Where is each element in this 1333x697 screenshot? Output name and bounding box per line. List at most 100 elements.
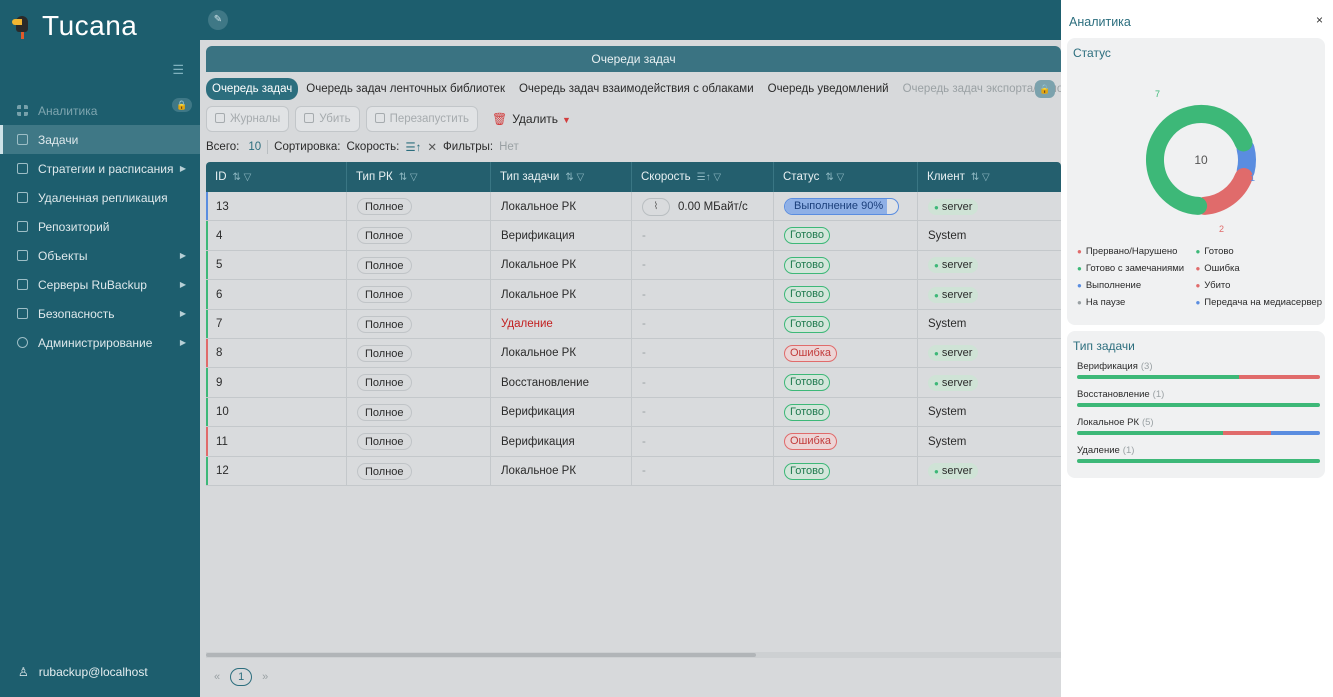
table-row[interactable]: 4 Полное Верификация - Готово System [206,221,1061,251]
sidebar-item-administration[interactable]: Администрирование ▶ [0,328,200,357]
legend-item[interactable]: ● Ошибка [1195,263,1322,274]
chevron-right-icon: ▶ [179,309,186,318]
task-type-count: (3) [1140,361,1153,372]
table-row[interactable]: 9 Полное Восстановление - Готово ● server [206,368,1061,398]
sidebar-item-replication[interactable]: Удаленная репликация [0,183,200,212]
toucan-logo-icon [12,13,34,39]
sort-icon[interactable]: ⇅ ▽ [399,172,418,183]
table-row[interactable]: 13 Полное Локальное РК ⌇ 0.00 МБайт/с Выполне… [206,192,1061,222]
column-header-speed[interactable]: Скорость ☰↑ ▽ [632,162,774,192]
rk-type-badge: Полное [357,374,412,392]
speed-value: - [642,318,646,331]
page-button-current[interactable]: 1 [230,668,253,686]
task-type-card-title: Тип задачи [1073,339,1135,353]
task-type-bar [1077,459,1320,463]
sort-label: Сортировка: [274,141,341,153]
client-badge: ● server [928,345,979,362]
donut-segment[interactable] [1195,167,1253,215]
cell-rk-type: Полное [347,280,491,310]
column-header-id[interactable]: ID ⇅ ▽ [206,162,347,192]
id-value: 7 [216,318,223,331]
cell-task-type: Локальное РК [491,456,632,486]
cell-status: Выполнение 90% [774,192,918,221]
rk-type-badge: Полное [357,256,412,274]
logo[interactable]: Tucana [12,10,137,42]
scrollbar-thumb[interactable] [206,653,756,657]
rk-type-badge: Полное [357,315,412,333]
legend-item[interactable]: ● Готово [1195,246,1322,257]
speed-graph-icon[interactable]: ⌇ [642,197,670,216]
sidebar-item-repository[interactable]: Репозиторий [0,212,200,241]
tab-tape-queue[interactable]: Очередь задач ленточных библиотек [300,78,511,100]
delete-button[interactable]: 🗑 Удалить ▼ [484,112,571,126]
rk-type-badge: Полное [357,344,412,362]
column-header-rk-type[interactable]: Тип РК ⇅ ▽ [347,162,491,192]
legend-item[interactable]: ● На паузе [1077,297,1195,308]
cell-id: 4 [206,221,347,251]
user-menu[interactable]: ♙ rubackup@localhost [18,665,148,679]
wrench-icon[interactable]: ✎ [208,10,228,30]
cell-speed: - [632,280,774,310]
sidebar-item-strategies[interactable]: Стратегии и расписания ▶ [0,154,200,183]
donut-segment[interactable] [1236,139,1256,180]
table-row[interactable]: 7 Полное Удаление - Готово System [206,309,1061,339]
next-page-button[interactable]: » [262,671,268,683]
task-type-bar-segment [1077,403,1320,407]
sidebar-item-objects[interactable]: Объекты ▶ [0,241,200,270]
collapse-sidebar-icon[interactable]: ☰ [172,62,184,78]
prev-page-button[interactable]: « [214,671,220,683]
clear-sort-icon[interactable]: ✕ [427,140,437,154]
cell-id: 10 [206,397,347,427]
restart-button[interactable]: Перезапустить [365,106,478,132]
sidebar-item-label: Администрирование [38,335,153,350]
table-row[interactable]: 5 Полное Локальное РК - Готово ● server [206,250,1061,281]
cell-client: System [918,310,1061,339]
sort-icon[interactable]: ☰↑ ▽ [697,172,721,183]
sidebar-item-servers[interactable]: Серверы RuBackup ▶ [0,270,200,299]
legend-item[interactable]: ● Передача на медиасервер [1195,297,1322,308]
column-header-task-type[interactable]: Тип задачи ⇅ ▽ [491,162,632,192]
table-row[interactable]: 12 Полное Локальное РК - Готово ● server [206,456,1061,486]
logs-button[interactable]: Журналы [206,106,290,132]
cell-rk-type: Полное [347,397,491,427]
task-type-card: Тип задачи Верификация (3) Восстановление(… [1067,331,1325,478]
task-type-name: Верификация [1077,361,1138,372]
cell-rk-type: Полное [347,368,491,398]
sidebar-item-tasks[interactable]: Задачи [0,125,200,154]
sort-icon[interactable]: ⇅ ▽ [971,172,990,183]
sort-icon[interactable]: ⇅ ▽ [825,172,844,183]
sidebar-item-security[interactable]: Безопасность ▶ [0,299,200,328]
cell-status: Ошибка [774,427,918,457]
table-row[interactable]: 10 Полное Верификация - Готово System [206,397,1061,428]
table-row[interactable]: 6 Полное Локальное РК - Готово ● server [206,280,1061,310]
legend-item[interactable]: ● Выполнение [1077,280,1195,291]
legend-item[interactable]: ● Прервано/Нарушено [1077,246,1195,257]
username: rubackup@localhost [38,665,148,679]
task-type-item: Верификация (3) [1077,361,1320,379]
column-header-client[interactable]: Клиент ⇅ ▽ [918,162,1061,192]
table-row[interactable]: 8 Полное Локальное РК - Ошибка ● server [206,338,1061,369]
kill-button[interactable]: Убить [295,106,360,132]
legend-item[interactable]: ● Готово с замечаниями [1077,263,1195,274]
legend-item[interactable]: ● Убито [1195,280,1322,291]
tab-cloud-queue[interactable]: Очередь задач взаимодействия с облаками [513,78,760,100]
task-type-bar-segment [1077,459,1320,463]
client-name: System [928,435,967,448]
sidebar-item-label: Стратегии и расписания [38,161,174,176]
sort-desc-icon[interactable]: ☰↑ [405,140,421,154]
sort-icon[interactable]: ⇅ ▽ [565,172,584,183]
tab-task-queue[interactable]: Очередь задач [206,78,299,100]
id-value: 10 [216,406,229,419]
client-badge: ● server [928,257,979,274]
horizontal-scrollbar[interactable] [206,652,1061,658]
sidebar-item-analytics[interactable]: Аналитика 🔒 [0,96,200,125]
x-square-icon [304,113,315,123]
close-icon[interactable]: × [1316,13,1323,27]
table-row[interactable]: 11 Полное Верификация - Ошибка System [206,427,1061,457]
column-header-status[interactable]: Статус ⇅ ▽ [774,162,918,192]
lock-icon: 🔒 [172,98,192,112]
tab-notification-queue[interactable]: Очередь уведомлений [762,78,895,100]
tasks-table: ID ⇅ ▽ Тип РК ⇅ ▽ Тип задачи ⇅ ▽ Скорость ☰↑… [206,162,1061,486]
cell-id: 13 [206,192,347,221]
sort-icon[interactable]: ⇅ ▽ [233,172,252,183]
